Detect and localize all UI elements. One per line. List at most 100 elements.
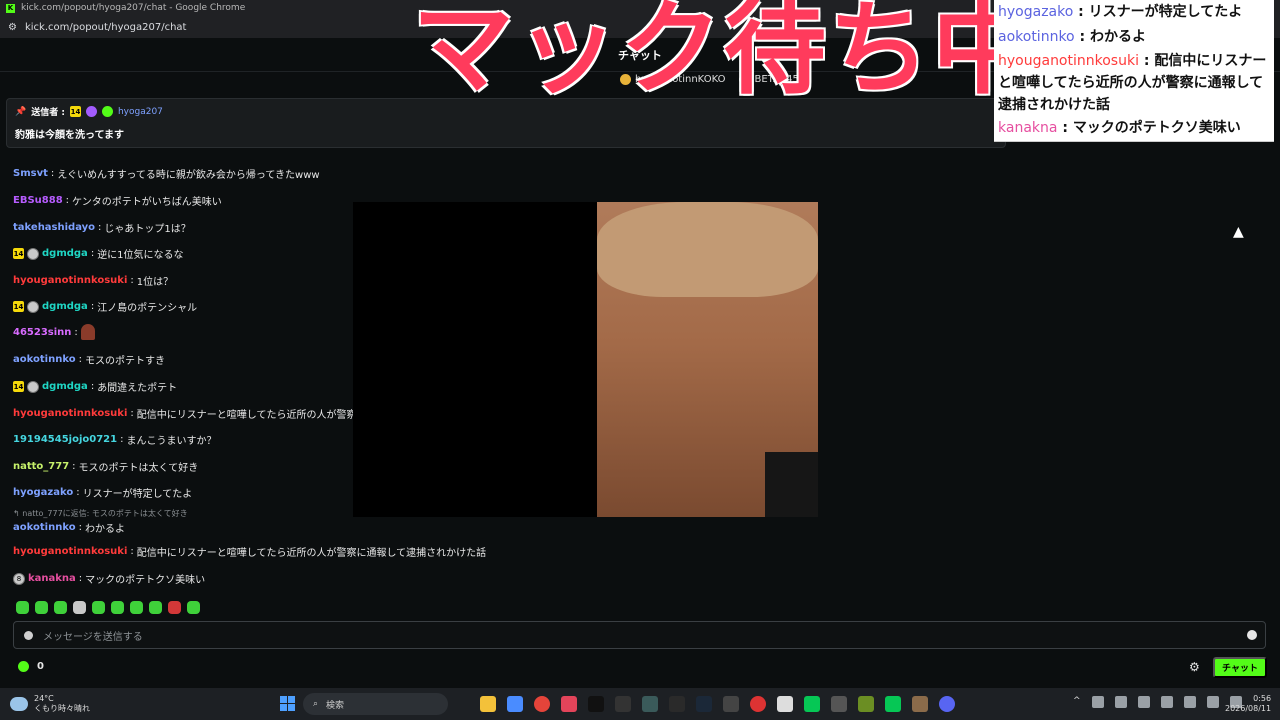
user-avatar-icon xyxy=(27,247,39,260)
message-username[interactable]: dgmdga xyxy=(42,248,88,259)
emote-icon[interactable] xyxy=(111,601,124,614)
message-username[interactable]: hyouganotinnkosuki xyxy=(13,275,127,286)
network-icon[interactable] xyxy=(1206,696,1219,708)
steam-icon[interactable] xyxy=(696,696,712,712)
emote-icon[interactable] xyxy=(54,601,67,614)
minecraft-icon[interactable] xyxy=(858,696,874,712)
chat-message: aokotinnko: わかるよ xyxy=(13,522,125,535)
chat-message: hyouganotinnkosuki: 配信中にリスナーと喧嘩してたら近所の人が… xyxy=(13,546,487,559)
tiktok-icon[interactable] xyxy=(588,696,604,712)
mic-badge-icon xyxy=(85,106,97,117)
message-text: じゃあトップ1は？ xyxy=(104,224,191,235)
app-icon[interactable] xyxy=(507,696,523,712)
pinned-text: 豹雅は今顔を洗ってます xyxy=(15,130,124,141)
taskbar-search[interactable]: ⌕ 検索 xyxy=(303,693,448,715)
message-username[interactable]: EBSu888 xyxy=(13,195,63,206)
clock-date: 2026/08/11 xyxy=(1225,704,1272,713)
verified-badge-icon xyxy=(101,106,113,117)
app-icon[interactable] xyxy=(615,696,631,712)
message-username[interactable]: aokotinnko xyxy=(13,522,76,533)
url-text[interactable]: kick.com/popout/hyoga207/chat xyxy=(25,22,187,33)
pin-icon: 📌 xyxy=(15,106,27,117)
points-icon xyxy=(18,661,29,672)
mic-icon[interactable] xyxy=(1114,696,1127,708)
microphone-image xyxy=(765,452,818,517)
emote-icon[interactable] xyxy=(92,601,105,614)
settings-gear-icon[interactable]: ⚙ xyxy=(1189,661,1202,674)
message-username[interactable]: kanakna xyxy=(28,573,76,584)
overlay-username: kanakna xyxy=(998,120,1058,136)
message-username[interactable]: hyouganotinnkosuki xyxy=(13,546,127,557)
pinned-username[interactable]: hyoga207 xyxy=(118,107,163,117)
message-username[interactable]: dgmdga xyxy=(42,381,88,392)
system-tray: ^ xyxy=(1073,696,1242,708)
message-username[interactable]: hyouganotinnkosuki xyxy=(13,408,127,419)
reply-context[interactable]: ↰ natto_777に返信: モスのポテトは太くて好き xyxy=(13,508,188,519)
tray-app-icon[interactable] xyxy=(1183,696,1196,708)
overlay-username: aokotinnko xyxy=(998,29,1075,45)
line-icon[interactable] xyxy=(804,696,820,712)
windows-start-icon[interactable] xyxy=(280,696,295,711)
clock[interactable]: 0:56 2026/08/11 xyxy=(1225,694,1271,714)
message-text: リスナーが特定してたよ xyxy=(82,489,193,500)
app-icon[interactable] xyxy=(912,696,928,712)
chat-input-placeholder[interactable]: メッセージを送信する xyxy=(43,628,143,643)
reply-icon: ↰ xyxy=(13,509,20,518)
overlay-chat-line: aokotinnko : わかるよ xyxy=(998,29,1146,45)
emote-image-icon xyxy=(80,324,95,340)
app-icon[interactable] xyxy=(669,696,685,712)
chat-message: aokotinnko: モスのポテトすき xyxy=(13,354,165,367)
message-username[interactable]: natto_777 xyxy=(13,461,69,472)
emote-icon[interactable] xyxy=(35,601,48,614)
app-icon[interactable] xyxy=(561,696,577,712)
chrome-icon[interactable] xyxy=(534,696,550,712)
message-username[interactable]: 19194545jojo0721 xyxy=(13,434,117,445)
chat-input[interactable]: メッセージを送信する xyxy=(13,621,1266,649)
channel-points[interactable]: 0 xyxy=(18,661,44,672)
chevron-up-icon[interactable]: ^ xyxy=(1073,696,1081,708)
app-icon[interactable] xyxy=(777,696,793,712)
headband-image xyxy=(597,202,818,297)
emote-icon[interactable] xyxy=(187,601,200,614)
line-icon[interactable] xyxy=(885,696,901,712)
webcam-overlay xyxy=(353,202,818,517)
emote-icon[interactable] xyxy=(168,601,181,614)
obs-icon[interactable] xyxy=(750,696,766,712)
search-label: 検索 xyxy=(326,700,345,711)
message-username[interactable]: Smsvt xyxy=(13,168,48,179)
site-info-icon[interactable]: ⚙ xyxy=(8,22,17,33)
message-username[interactable]: aokotinnko xyxy=(13,354,76,365)
app-icon[interactable] xyxy=(642,696,658,712)
tray-app-icon[interactable] xyxy=(1091,696,1104,708)
message-text: モスのポテトすき xyxy=(84,356,165,367)
user-avatar-icon xyxy=(27,300,39,313)
message-username[interactable]: 46523sinn xyxy=(13,327,71,338)
message-username[interactable]: takehashidayo xyxy=(13,222,95,233)
emote-icon[interactable] xyxy=(149,601,162,614)
overlay-chat-line: hyouganotinnkosuki : 配信中にリスナーと喧嘩してたら近所の人… xyxy=(998,53,1267,113)
tray-app-icon[interactable] xyxy=(1137,696,1150,708)
message-username[interactable]: hyogazako xyxy=(13,487,73,498)
weather-widget[interactable]: 24°C くもり時々晴れ xyxy=(10,694,90,714)
weather-text: くもり時々晴れ xyxy=(34,704,90,713)
taskbar: 24°C くもり時々晴れ ⌕ 検索 ^ 0:56 2026/08/11 xyxy=(0,688,1280,720)
message-text: マックのポテトクソ美味い xyxy=(85,575,206,586)
clock-time: 0:56 xyxy=(1253,694,1272,703)
message-text: えぐいめんすすってる時に親が飲み会から帰ってきたwww xyxy=(57,170,320,181)
message-text: 江ノ島のポテンシャル xyxy=(97,303,198,314)
app-icon[interactable] xyxy=(831,696,847,712)
tray-app-icon[interactable] xyxy=(1160,696,1173,708)
discord-icon[interactable] xyxy=(939,696,955,712)
file-explorer-icon[interactable] xyxy=(480,696,496,712)
app-icon[interactable] xyxy=(723,696,739,712)
emoji-picker-icon[interactable] xyxy=(1247,630,1257,640)
reply-context-text: natto_777に返信: モスのポテトは太くて好き xyxy=(22,509,188,518)
chat-message: Smsvt: えぐいめんすすってる時に親が飲み会から帰ってきたwww xyxy=(13,168,320,181)
emote-icon[interactable] xyxy=(16,601,29,614)
message-username[interactable]: dgmdga xyxy=(42,301,88,312)
emote-icon[interactable] xyxy=(130,601,143,614)
window-title: kick.com/popout/hyoga207/chat - Google C… xyxy=(21,3,246,13)
send-chat-button[interactable]: チャット xyxy=(1213,657,1267,678)
subscriber-badge: 14 xyxy=(13,248,24,259)
emote-icon[interactable] xyxy=(73,601,86,614)
